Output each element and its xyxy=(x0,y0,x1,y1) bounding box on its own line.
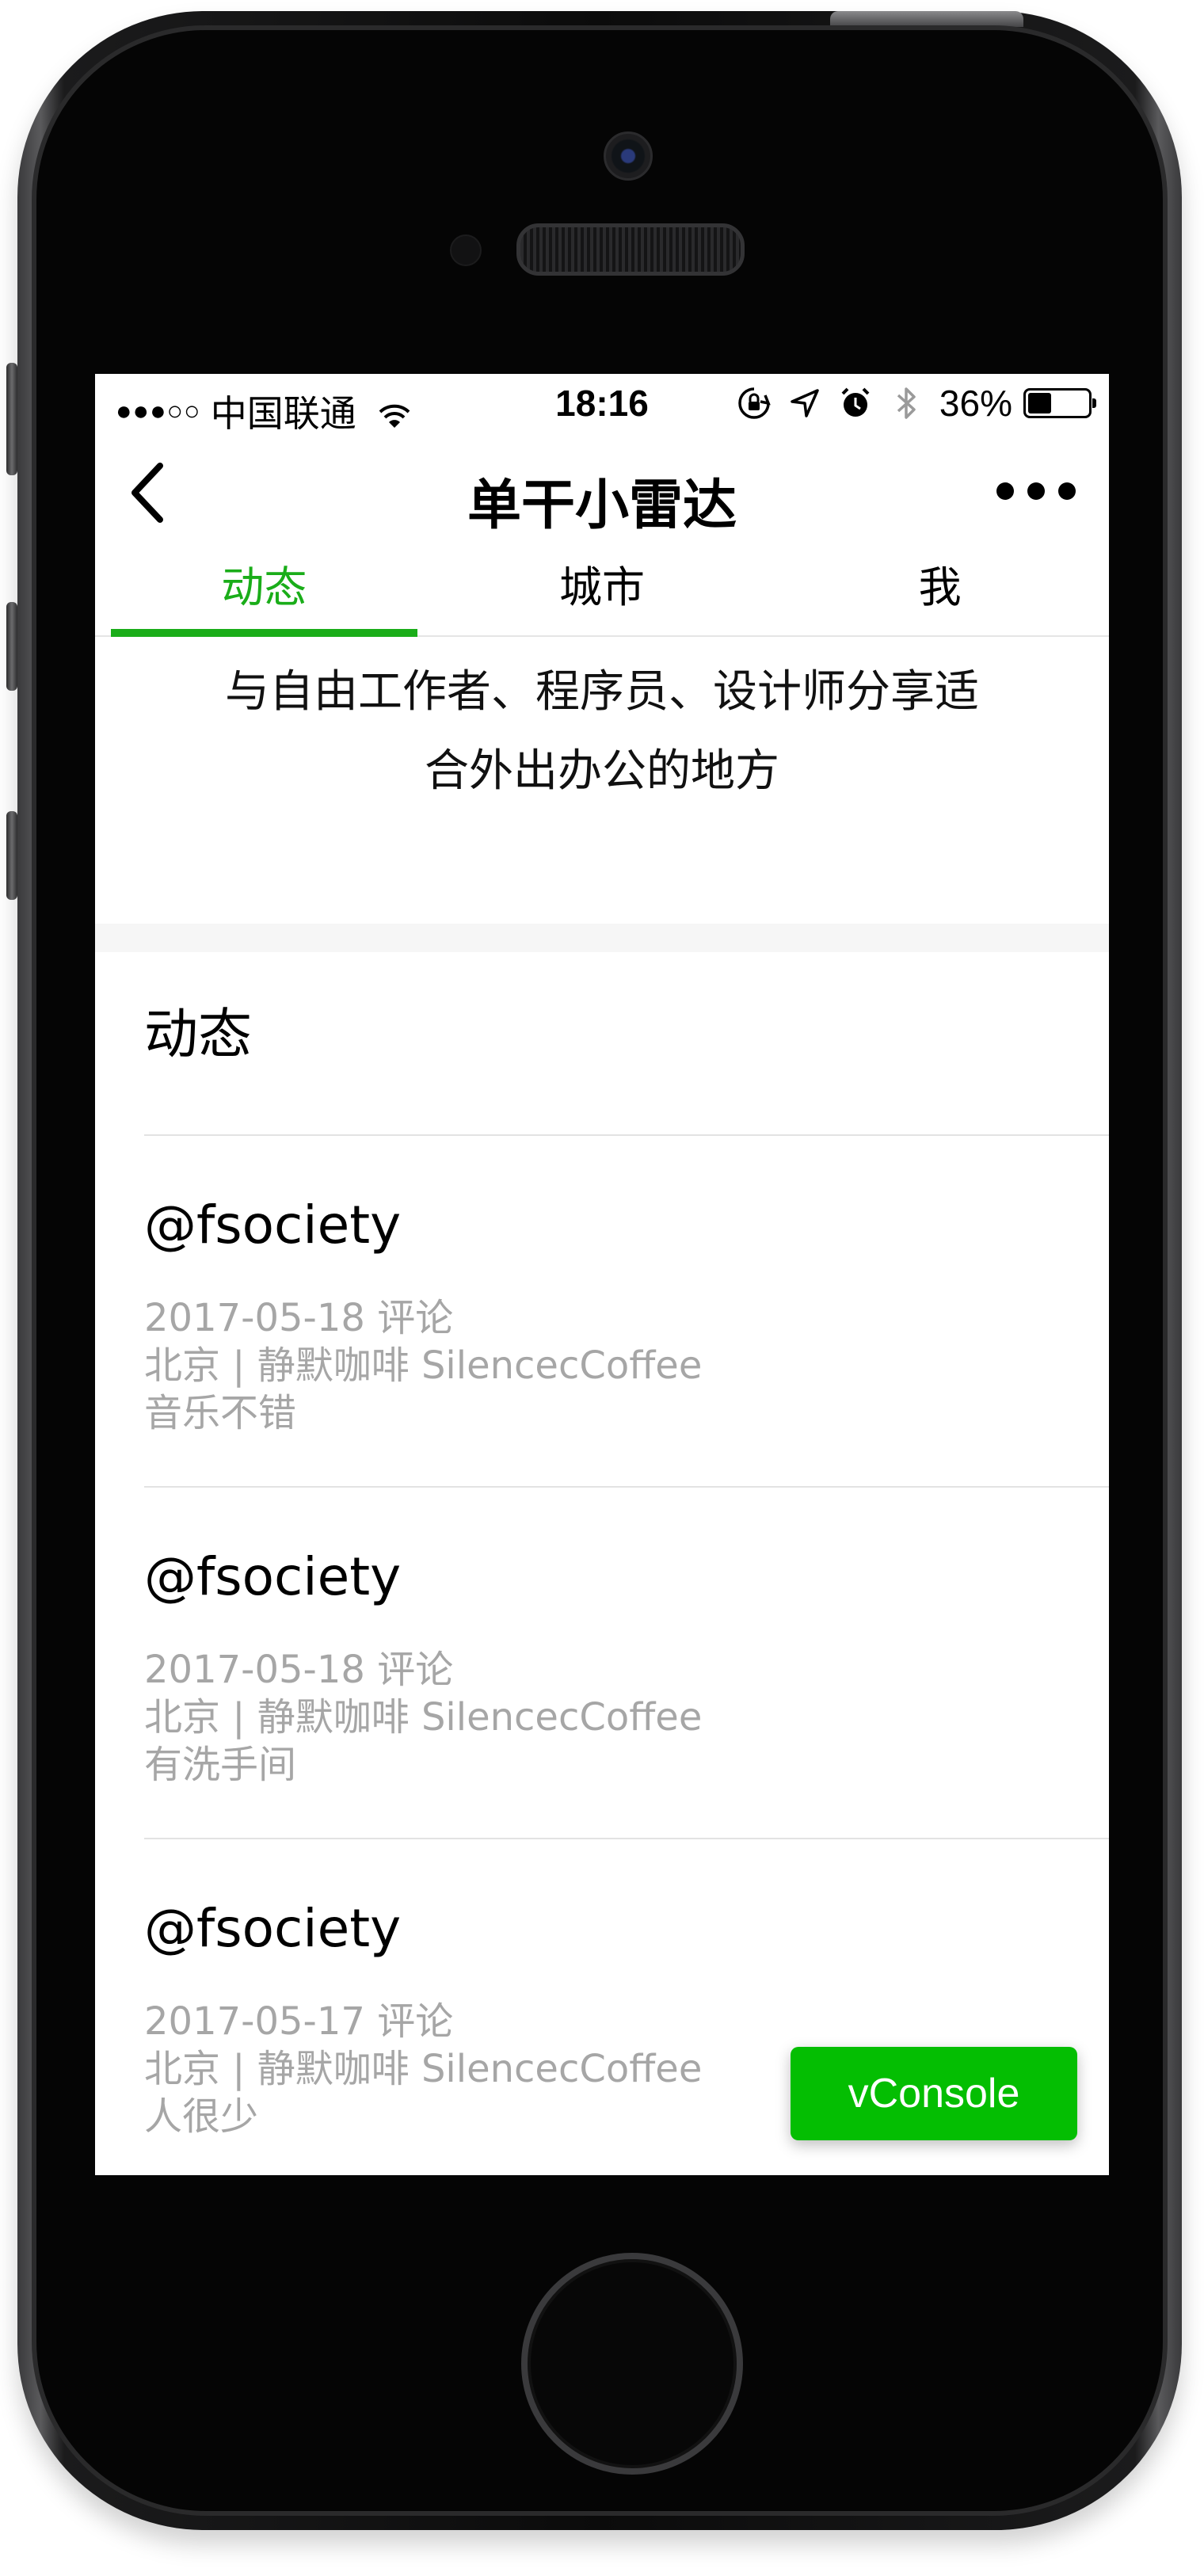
power-button xyxy=(830,11,1023,27)
volume-up-button xyxy=(6,602,17,691)
slogan-line-2: 合外出办公的地方 xyxy=(425,745,779,797)
status-right: 36% xyxy=(737,382,1096,425)
feed-username[interactable]: @fsociety xyxy=(144,1546,401,1607)
more-dots-icon xyxy=(1027,482,1045,500)
feed-comment: 有洗手间 xyxy=(144,1743,297,1787)
feed-comment: 人很少 xyxy=(144,2094,259,2139)
tab-feed[interactable]: 动态 xyxy=(111,540,417,637)
alarm-icon xyxy=(838,386,873,421)
tab-bar: 动态 城市 我 xyxy=(95,540,1109,637)
tab-city[interactable]: 城市 xyxy=(452,540,752,635)
front-camera xyxy=(604,131,653,181)
volume-down-button xyxy=(6,811,17,900)
list-item[interactable]: @fsociety 2017-05-18 评论 北京 | 静默咖啡 Silenc… xyxy=(144,1488,1109,1839)
feed-date-action: 2017-05-17 评论 xyxy=(144,1999,454,2044)
more-dots-icon xyxy=(1058,482,1076,500)
feed-meta: 2017-05-18 评论 北京 | 静默咖啡 SilencecCoffee 有… xyxy=(144,1646,702,1789)
more-dots-icon xyxy=(996,482,1014,500)
feed-meta: 2017-05-18 评论 北京 | 静默咖啡 SilencecCoffee 音… xyxy=(144,1294,702,1437)
home-button[interactable] xyxy=(521,2253,743,2475)
feed-place: 北京 | 静默咖啡 SilencecCoffee xyxy=(144,2047,703,2091)
status-bar: ●●●○○ 中国联通 18:16 36% xyxy=(95,374,1109,437)
list-item[interactable]: @fsociety 2017-05-18 评论 北京 | 静默咖啡 Silenc… xyxy=(144,1136,1109,1488)
feed-username[interactable]: @fsociety xyxy=(144,1898,401,1959)
feed-place: 北京 | 静默咖啡 SilencecCoffee xyxy=(144,1695,703,1740)
vconsole-button[interactable]: vConsole xyxy=(791,2047,1077,2140)
page-title: 单干小雷达 xyxy=(467,474,737,537)
feed-date-action: 2017-05-18 评论 xyxy=(144,1296,454,1340)
orientation-lock-icon xyxy=(737,386,772,421)
section-divider xyxy=(95,924,1109,952)
feed-username[interactable]: @fsociety xyxy=(144,1195,401,1256)
feed-list: @fsociety 2017-05-18 评论 北京 | 静默咖啡 Silenc… xyxy=(95,1136,1109,2175)
mute-switch xyxy=(6,363,17,475)
battery-icon xyxy=(1023,388,1096,418)
feed-meta: 2017-05-17 评论 北京 | 静默咖啡 SilencecCoffee 人… xyxy=(144,1998,702,2140)
feed-date-action: 2017-05-18 评论 xyxy=(144,1648,454,1692)
screen: ●●●○○ 中国联通 18:16 36% 单干小雷达 动态 城市 我 与自由工作… xyxy=(95,374,1109,2175)
earpiece-speaker xyxy=(516,223,745,276)
feed-comment: 音乐不错 xyxy=(144,1391,297,1435)
navigation-bar: 单干小雷达 xyxy=(95,437,1109,540)
section-title: 动态 xyxy=(144,1004,253,1066)
location-arrow-icon xyxy=(787,386,822,421)
slogan: 与自由工作者、程序员、设计师分享适 合外出办公的地方 xyxy=(143,653,1061,811)
feed-place: 北京 | 静默咖啡 SilencecCoffee xyxy=(144,1343,703,1388)
tab-me[interactable]: 我 xyxy=(790,540,1090,635)
bluetooth-icon xyxy=(889,386,924,421)
more-button[interactable] xyxy=(996,475,1076,507)
battery-level xyxy=(1028,393,1051,413)
proximity-sensor xyxy=(450,234,482,266)
battery-percent: 36% xyxy=(939,383,1012,424)
slogan-line-1: 与自由工作者、程序员、设计师分享适 xyxy=(225,666,979,718)
